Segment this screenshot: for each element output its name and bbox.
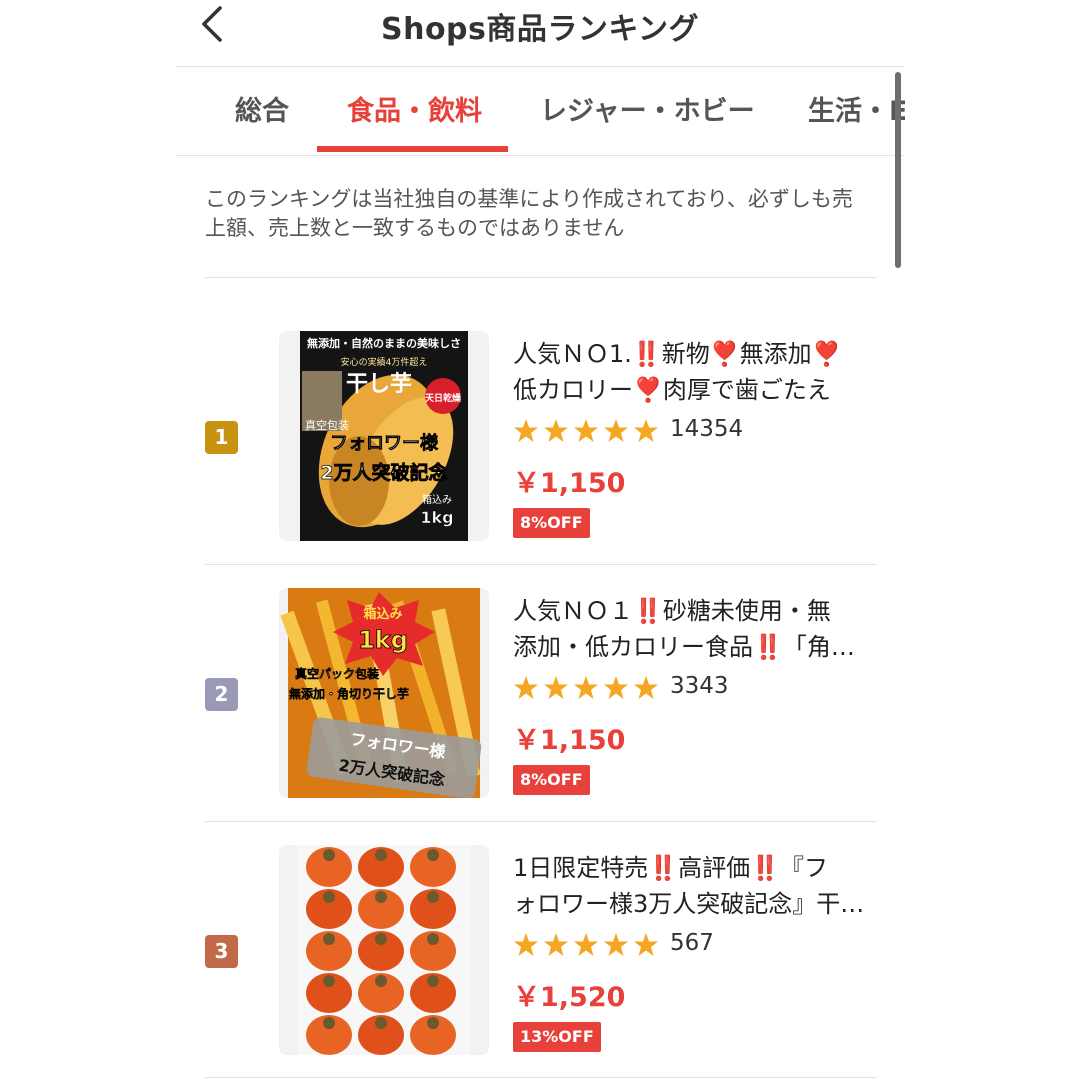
image-text-top: 無添加・自然のままの美味しさ <box>307 336 461 350</box>
star-icon <box>604 676 628 699</box>
product-name[interactable]: 人気ＮＯ１‼️砂糖未使用・無 添加・低カロリー食品‼️「角切り干し芋」 <box>513 593 875 665</box>
active-tab-indicator <box>317 146 508 152</box>
star-icon <box>574 419 598 442</box>
image-text-title: 干し芋 <box>346 371 412 397</box>
persimmon-stem <box>427 1017 439 1029</box>
image-banner-2: 2万人突破記念 <box>320 461 447 484</box>
star-icon <box>544 933 568 956</box>
product-price: ￥1,150 <box>513 468 626 499</box>
image-burst-1: 箱込み <box>363 606 402 622</box>
image-weight: 1kg <box>420 508 453 527</box>
scrollbar[interactable] <box>895 72 901 268</box>
product-name-line-2: 低カロリー❣️肉厚で歯ごたえ <box>513 376 831 404</box>
product-image[interactable]: 箱込み 1kg 真空パック包装 無添加・角切り干し芋 フォロワー様 2万人突破記… <box>279 588 489 798</box>
tab-leisure-hobby[interactable]: レジャー・ホビー <box>540 89 755 128</box>
divider <box>205 564 877 565</box>
star-icon <box>514 933 538 956</box>
rank-badge: 3 <box>205 935 238 968</box>
ranking-item-3[interactable]: 3 1日限定特売‼️高評価‼️『フ ォロワー様3万人突破記念』干し柿 567 ￥… <box>205 842 877 1062</box>
review-count: 567 <box>670 930 714 956</box>
product-image[interactable]: 無添加・自然のままの美味しさ 安心の実績4万件超え 干し芋 天日乾燥 真空包装 … <box>279 331 489 541</box>
product-name-line-1: 人気ＮＯ１‼️砂糖未使用・無 <box>513 597 831 625</box>
ranking-item-2[interactable]: 2 箱込み 1kg 真空パック包装 無添加・角切り干し芋 フォロワー様 2万人突… <box>205 585 877 805</box>
image-banner-1: フォロワー様 <box>330 432 439 454</box>
image-note: 箱込み <box>422 493 452 506</box>
persimmon-stem <box>375 933 387 945</box>
persimmon-stem <box>323 849 335 861</box>
star-icon <box>574 676 598 699</box>
discount-badge: 8%OFF <box>513 765 590 795</box>
star-icon <box>604 933 628 956</box>
rank-badge: 1 <box>205 421 238 454</box>
ranking-notice: このランキングは当社独自の基準により作成されており、必ずしも売上額、売上数と一致… <box>205 187 853 240</box>
image-corner: 真空包装 <box>305 418 349 432</box>
image-line-2: 無添加・角切り干し芋 <box>289 686 409 701</box>
persimmon-stem <box>375 1017 387 1029</box>
persimmon-stem <box>375 891 387 903</box>
product-name[interactable]: 1日限定特売‼️高評価‼️『フ ォロワー様3万人突破記念』干し柿 <box>513 850 875 922</box>
review-count: 3343 <box>670 673 729 699</box>
product-name-line-1: 1日限定特売‼️高評価‼️『フ <box>513 854 829 882</box>
category-tabs: 総合 食品・飲料 レジャー・ホビー 生活・E <box>175 67 905 156</box>
star-icon <box>514 419 538 442</box>
page-title: Shops商品ランキング <box>380 12 699 47</box>
image-burst-2: 1kg <box>358 626 408 654</box>
image-seal: 天日乾燥 <box>425 392 462 404</box>
persimmon-stem <box>427 975 439 987</box>
tab-general[interactable]: 総合 <box>235 89 289 128</box>
persimmon-stem <box>375 975 387 987</box>
product-price: ￥1,520 <box>513 982 626 1013</box>
image-text-sub: 安心の実績4万件超え <box>341 356 428 368</box>
product-name-line-1: 人気ＮＯ1.‼️新物❣️無添加❣️ <box>513 340 842 368</box>
image-line-1: 真空パック包装 <box>295 666 379 681</box>
divider <box>205 821 877 822</box>
persimmon-stem <box>323 891 335 903</box>
star-icon <box>634 419 658 442</box>
persimmon-stem <box>427 933 439 945</box>
product-price: ￥1,150 <box>513 725 626 756</box>
tab-food-drink[interactable]: 食品・飲料 <box>347 89 482 128</box>
persimmon-stem <box>323 975 335 987</box>
star-icon <box>604 419 628 442</box>
divider <box>205 277 877 278</box>
star-rating-icons <box>514 419 658 442</box>
persimmon-stem <box>375 849 387 861</box>
star-icon <box>634 933 658 956</box>
star-rating-icons <box>514 933 658 956</box>
divider <box>205 1077 877 1078</box>
star-icon <box>574 933 598 956</box>
star-rating-icons <box>514 676 658 699</box>
product-image[interactable] <box>279 845 489 1055</box>
persimmon-stem <box>323 1017 335 1029</box>
review-count: 14354 <box>670 416 744 442</box>
star-icon <box>544 419 568 442</box>
discount-badge: 13%OFF <box>513 1022 601 1052</box>
star-icon <box>514 676 538 699</box>
ranking-item-1[interactable]: 1 無添加・自然のままの美味しさ 安心の実績4万件超え 干し芋 天日乾燥 真空包… <box>205 328 877 548</box>
star-icon <box>544 676 568 699</box>
persimmon-stem <box>323 933 335 945</box>
product-name-line-2: 添加・低カロリー食品‼️「角切り干し芋」 <box>513 633 875 661</box>
product-name[interactable]: 人気ＮＯ1.‼️新物❣️無添加❣️ 低カロリー❣️肉厚で歯ごたえ <box>513 336 875 408</box>
tab-life[interactable]: 生活・E <box>808 89 905 128</box>
rank-badge: 2 <box>205 678 238 711</box>
persimmon-stem <box>427 891 439 903</box>
persimmon-stem <box>427 849 439 861</box>
star-icon <box>634 676 658 699</box>
product-name-line-2: ォロワー様3万人突破記念』干し柿 <box>513 890 875 918</box>
discount-badge: 8%OFF <box>513 508 590 538</box>
